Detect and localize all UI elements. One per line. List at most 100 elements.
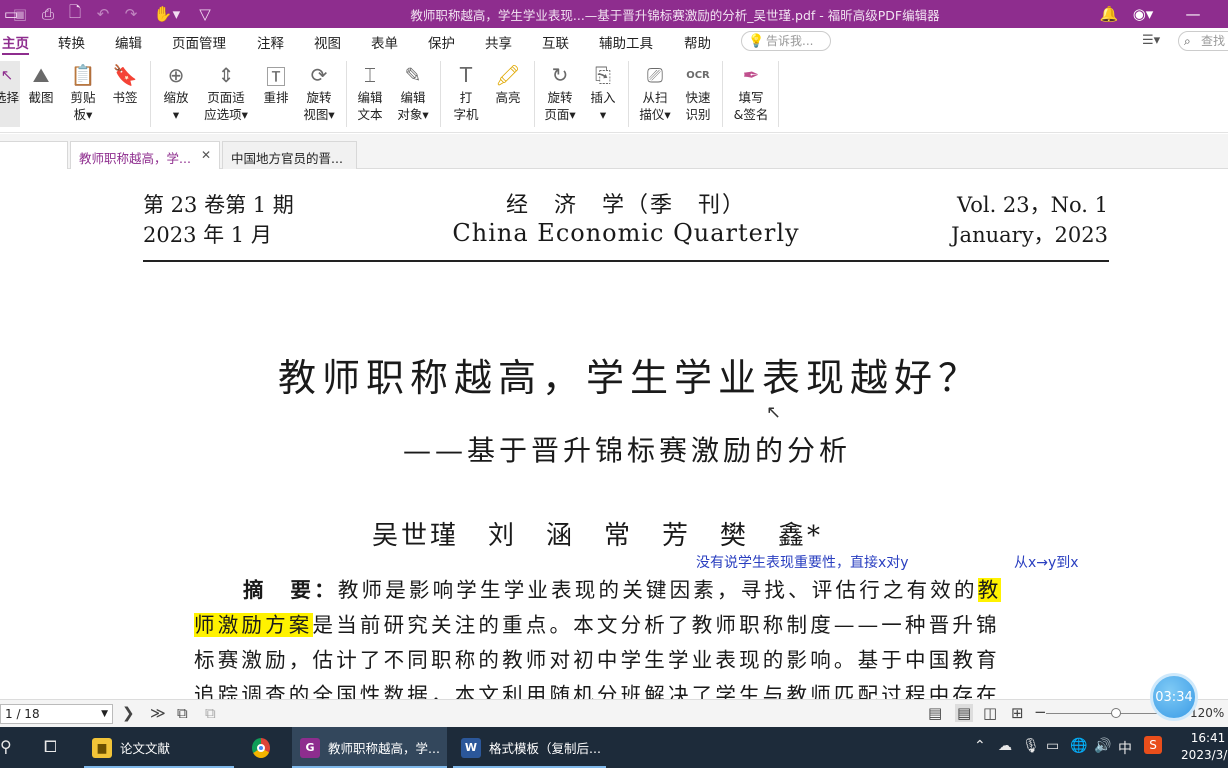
bookmark-button[interactable]: 🔖 书签 [110, 61, 140, 106]
zoom-slider-thumb[interactable] [1111, 708, 1121, 718]
close-tab-icon[interactable]: ✕ [201, 148, 211, 162]
header-volume-en: Vol. 23，No. 1 [956, 193, 1108, 217]
zoom-in-icon: ⊕ [167, 63, 185, 87]
select-tool-button[interactable]: ↖ 选择 [0, 61, 20, 127]
show-hidden-icons-icon[interactable]: ⌃ [974, 738, 986, 754]
customize-toolbar-icon[interactable]: ▽ [194, 4, 216, 24]
insert-label: 插入 ▾ [590, 90, 616, 122]
menu-accessibility[interactable]: 辅助工具 [599, 32, 653, 52]
rotate-view-label: 旋转 视图▾ [303, 90, 335, 122]
volume-icon[interactable]: 🔊 [1094, 738, 1111, 754]
abstract-text: 是当前研究关注的重点。本文分析了教师职称制度——一种晋升锦 [312, 613, 1000, 637]
reflow-label: 重排 [263, 90, 289, 105]
typewriter-button[interactable]: T 打 字机 [450, 61, 482, 123]
rotate-page-icon: ↻ [551, 63, 569, 87]
fill-sign-button[interactable]: ✒ 填写 &签名 [730, 61, 772, 123]
account-icon[interactable]: ◉▾ [1126, 4, 1160, 24]
menu-convert[interactable]: 转换 [58, 32, 85, 52]
notification-bell-icon[interactable]: 🔔 [1098, 4, 1120, 24]
tell-me-input[interactable]: 💡 告诉我... [741, 31, 831, 51]
ribbon-separator [440, 61, 441, 127]
copy-page-icon[interactable]: ⧉ [177, 704, 188, 722]
page-fit-button[interactable]: ⇕ 页面适 应选项▾ [200, 61, 252, 123]
screenshot-button[interactable]: ⛰ 截图 [26, 61, 56, 106]
zoom-label: 缩放 ▾ [163, 90, 189, 122]
battery-icon[interactable]: ▭ [1046, 738, 1059, 754]
page-number-select[interactable]: 1 / 18 ▼ [0, 704, 113, 724]
new-doc-icon[interactable]: 🗋 [64, 3, 86, 24]
tab-document-1[interactable]: 教师职称越高，学... ✕ [70, 141, 220, 169]
recording-timer[interactable]: 03:34 [1150, 673, 1198, 721]
zoom-slider[interactable] [1046, 713, 1166, 714]
highlight-button[interactable]: 🖍 高亮 [492, 61, 524, 106]
menu-help[interactable]: 帮助 [684, 32, 711, 52]
taskbar-app-word[interactable]: W 格式模板（复制后... [453, 727, 606, 768]
system-clock[interactable]: 16:41 2023/3/2 [1178, 730, 1228, 764]
fill-sign-label: 填写 &签名 [733, 90, 769, 122]
last-page-icon[interactable]: ≫ [150, 704, 166, 722]
highlight-annotation[interactable]: 师激励方案 [194, 613, 313, 637]
rotate-view-button[interactable]: ⟳ 旋转 视图▾ [300, 61, 338, 123]
page-fit-label: 页面适 应选项▾ [204, 90, 248, 122]
taskbar-app-explorer[interactable]: ▆ 论文文献 [84, 727, 234, 768]
comment-note-2[interactable]: 从x→y到x [1014, 552, 1079, 572]
menu-connect[interactable]: 互联 [542, 32, 569, 52]
taskbar-app-foxit[interactable]: G 教师职称越高，学... [292, 727, 447, 768]
minimize-button[interactable]: — [1182, 4, 1204, 24]
pen-sign-icon: ✒ [742, 63, 760, 87]
sogou-ime-icon[interactable]: S [1144, 736, 1162, 754]
hand-tool-icon[interactable]: ✋▾ [152, 4, 182, 24]
insert-button[interactable]: ⎘ 插入 ▾ [586, 61, 620, 123]
tab-start-page[interactable] [0, 141, 68, 169]
menu-bar: 主页 转换 编辑 页面管理 注释 视图 表单 保护 共享 互联 辅助工具 帮助 … [0, 28, 1228, 55]
select-tool-label: 选择 [0, 90, 19, 105]
comment-note-1[interactable]: 没有说学生表现重要性，直接x对y [696, 552, 909, 572]
search-input[interactable]: ⌕ 查找 [1178, 31, 1228, 51]
search-options-icon[interactable]: ☰▾ [1142, 33, 1160, 48]
taskbar-app-chrome[interactable] [252, 727, 278, 768]
zoom-out-icon[interactable]: − [1034, 703, 1047, 721]
screenshot-label: 截图 [28, 90, 54, 105]
edit-object-label: 编辑 对象▾ [397, 90, 429, 122]
continuous-facing-view-icon[interactable]: ⊞ [1011, 704, 1024, 722]
print-icon[interactable]: ⎙ [37, 4, 59, 24]
paste-page-icon[interactable]: ⧉ [205, 704, 216, 722]
continuous-view-icon[interactable]: ▤ [955, 704, 974, 722]
microphone-icon[interactable]: 🎙 [1022, 738, 1040, 754]
search-icon[interactable]: ⚲ [0, 737, 12, 756]
clock-date: 2023/3/2 [1181, 748, 1228, 762]
tab-document-2[interactable]: 中国地方官员的晋... [222, 141, 357, 169]
menu-protect[interactable]: 保护 [428, 32, 455, 52]
edit-object-button[interactable]: ✎ 编辑 对象▾ [393, 61, 433, 123]
clock-time: 16:41 [1190, 731, 1226, 745]
document-view[interactable]: 第 23 卷第 1 期 2023 年 1 月 经 济 学（季 刊） China … [0, 169, 1228, 699]
reflow-button[interactable]: 🅃 重排 [260, 61, 292, 106]
menu-home[interactable]: 主页 [2, 32, 29, 55]
network-icon[interactable]: 🌐 [1070, 738, 1087, 754]
menu-share[interactable]: 共享 [485, 32, 512, 52]
menu-view[interactable]: 视图 [314, 32, 341, 52]
menu-comment[interactable]: 注释 [257, 32, 284, 52]
redo-icon[interactable]: ↷ [120, 4, 142, 24]
clipboard-icon: 📋 [70, 63, 96, 87]
edit-text-button[interactable]: ⌶ 编辑 文本 [354, 61, 386, 123]
facing-view-icon[interactable]: ◫ [983, 704, 997, 722]
clipboard-button[interactable]: 📋 剪贴 板▾ [66, 61, 100, 123]
menu-edit[interactable]: 编辑 [115, 32, 142, 52]
abstract-line-4: 追踪调查的全国性数据，本文利用随机分班解决了学生与教师匹配过程中存在 [194, 683, 1000, 699]
task-view-icon[interactable]: ⧠ [44, 737, 57, 757]
menu-form[interactable]: 表单 [371, 32, 398, 52]
next-page-icon[interactable]: ❯ [122, 704, 135, 722]
ime-indicator[interactable]: 中 [1118, 738, 1132, 758]
single-page-view-icon[interactable]: ▤ [928, 704, 942, 722]
highlight-annotation[interactable]: 教 [977, 578, 1002, 602]
save-icon[interactable]: ▣ [9, 4, 31, 24]
undo-icon[interactable]: ↶ [92, 4, 114, 24]
tab-document-1-label: 教师职称越高，学... [79, 151, 191, 166]
rotate-page-button[interactable]: ↻ 旋转 页面▾ [540, 61, 580, 123]
quick-ocr-button[interactable]: OCR 快速 识别 [682, 61, 714, 123]
onedrive-icon[interactable]: ☁ [998, 738, 1012, 754]
from-scanner-button[interactable]: ⎚ 从扫 描仪▾ [636, 61, 674, 123]
zoom-button[interactable]: ⊕ 缩放 ▾ [160, 61, 192, 123]
menu-page-management[interactable]: 页面管理 [172, 32, 226, 52]
